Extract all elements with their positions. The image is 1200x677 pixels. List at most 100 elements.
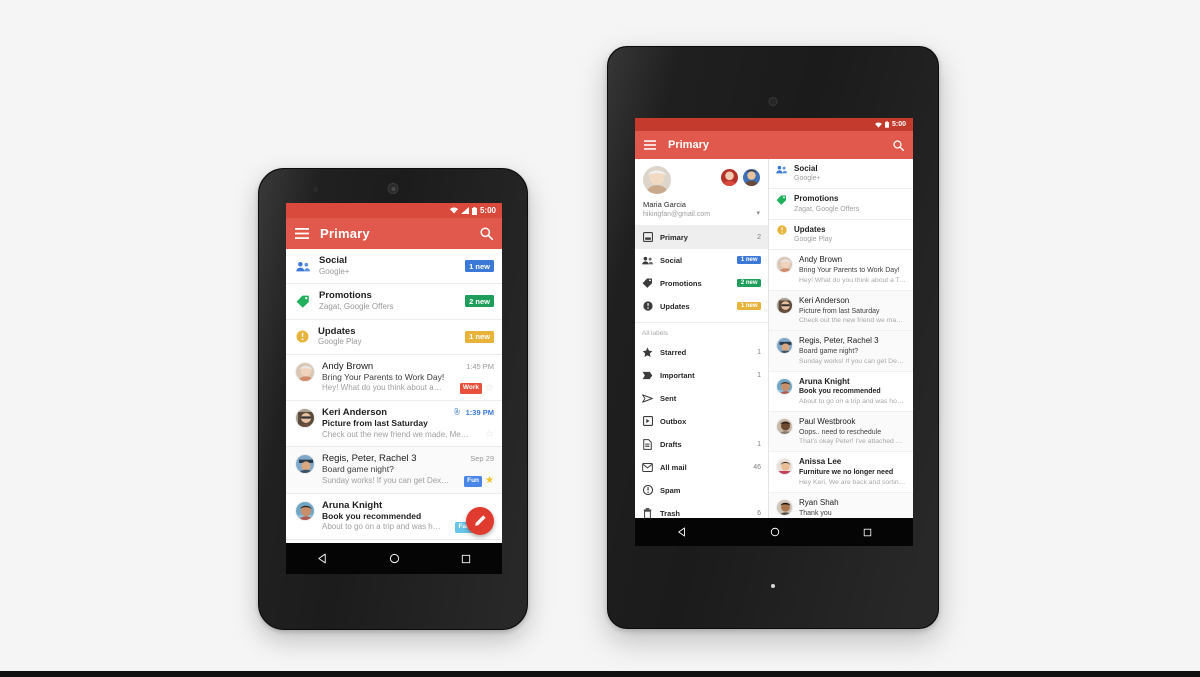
sidebar-item-trash[interactable]: Trash 6 (635, 502, 768, 518)
email-snippet-line: Sunday works! If you can get Dex… Fun ★ (322, 476, 494, 487)
sidebar-item-social[interactable]: Social 1 new (635, 249, 768, 272)
tablet-appbar-title: Primary (668, 139, 709, 151)
star-icon[interactable]: ★ (485, 476, 494, 486)
hamburger-menu-icon[interactable] (295, 228, 309, 239)
avatar (776, 458, 793, 476)
phone-category-text: Updates Google Play (318, 326, 456, 348)
email-subject: Furniture we no longer need (799, 469, 894, 477)
table-row[interactable]: Ryan Shah Thank you Keri, So good that y… (769, 492, 913, 518)
recents-square-icon[interactable] (863, 528, 872, 537)
email-snippet: Check out the new friend we made. Mer (799, 317, 906, 325)
important-icon (642, 370, 653, 381)
people-icon (296, 261, 310, 272)
email-sender: Aruna Knight (322, 499, 383, 511)
table-row[interactable]: Keri Anderson 1:39 PM Picture from last … (286, 401, 502, 448)
avatar[interactable] (721, 169, 738, 186)
inbox-icon (642, 232, 653, 243)
sidebar-item-primary[interactable]: Primary 2 (635, 225, 768, 249)
avatar[interactable] (643, 166, 671, 194)
email-sender: Keri Anderson (322, 407, 388, 419)
tablet-status-bar: 5:00 (635, 118, 913, 131)
sidebar-item-drafts[interactable]: Drafts 1 (635, 433, 768, 456)
star-icon[interactable]: ☆ (485, 430, 494, 440)
search-icon[interactable] (893, 139, 904, 151)
avatar (295, 500, 315, 521)
tag-icon (642, 278, 653, 289)
email-subject: Bring Your Parents to Work Day! (799, 267, 900, 275)
email-snippet: Sunday works! If you can get Dexter and (799, 357, 906, 365)
navigation-drawer: Maria Garcia hikingfan@gmail.com ▾ Prima… (635, 159, 769, 518)
email-body: Keri Anderson 1:39 PM Picture from last … (322, 407, 494, 440)
avatar (776, 337, 793, 355)
phone-category-social[interactable]: Social Google+ 1 new (286, 249, 502, 285)
home-circle-icon[interactable] (389, 553, 400, 564)
drafts-icon (642, 438, 653, 450)
info-icon (776, 225, 787, 236)
email-sender: Aruna Knight (799, 376, 850, 386)
tablet-app-bar: Primary (635, 131, 913, 159)
sidebar-item-updates[interactable]: Updates 1 new (635, 295, 768, 318)
email-sender: Andy Brown (799, 255, 843, 265)
avatar[interactable] (743, 169, 760, 186)
sidebar-item-promotions[interactable]: Promotions 2 new (635, 272, 768, 295)
email-body: Ryan Shah Thank you Keri, So good that y… (799, 498, 906, 518)
all-labels-header: All labels (635, 321, 768, 341)
trash-icon (642, 507, 653, 518)
email-header-line: Aruna Knight (322, 500, 494, 511)
tablet-content: Maria Garcia hikingfan@gmail.com ▾ Prima… (635, 159, 913, 518)
home-circle-icon[interactable] (770, 527, 780, 537)
email-sender: Andy Brown (322, 360, 374, 372)
sidebar-item-sent[interactable]: Sent (635, 387, 768, 410)
sidebar-item-outbox[interactable]: Outbox (635, 410, 768, 433)
phone-proximity-sensor (313, 187, 318, 192)
table-row[interactable]: Andy Brown Bring Your Parents to Work Da… (769, 250, 913, 291)
email-body: Regis, Peter, Rachel 3 Sep 29 Board game… (322, 453, 494, 487)
phone-category-updates[interactable]: Updates Google Play 1 new (286, 319, 502, 355)
email-snippet: Hey! What do you think about a… (322, 383, 442, 393)
email-snippet: Check out the new friend we made, Me… (322, 429, 469, 439)
hamburger-menu-icon[interactable] (644, 140, 656, 150)
chevron-down-icon[interactable]: ▾ (756, 209, 760, 219)
info-icon (642, 301, 653, 312)
category-title: Promotions (794, 194, 839, 204)
category-badge: 2 new (465, 295, 494, 308)
sidebar-item-count: 1 (757, 348, 761, 356)
email-sender: Regis, Peter, Rachel 3 (799, 336, 879, 346)
table-row[interactable]: Aruna Knight Book you recommended About … (769, 372, 913, 413)
table-row[interactable]: Andy Brown 1:45 PM Bring Your Parents to… (286, 354, 502, 402)
sidebar-item-badge: 2 new (737, 279, 761, 288)
email-header-line: Keri Anderson 1:39 PM (322, 407, 494, 418)
search-icon[interactable] (480, 227, 493, 240)
email-sender: Keri Anderson (799, 295, 850, 305)
sidebar-item-spam[interactable]: Spam (635, 479, 768, 502)
email-sender: Anissa Lee (799, 457, 842, 467)
back-triangle-icon[interactable] (317, 553, 328, 564)
avatar (776, 256, 793, 274)
recents-square-icon[interactable] (461, 554, 471, 564)
tablet-category-updates[interactable]: Updates Google Play (769, 220, 913, 251)
category-subtitle: Google Play (318, 337, 362, 347)
email-sender: Paul Westbrook (799, 417, 856, 427)
sidebar-item-starred[interactable]: Starred 1 (635, 341, 768, 364)
phone-clock: 5:00 (479, 206, 496, 215)
sidebar-item-important[interactable]: Important 1 (635, 364, 768, 387)
table-row[interactable]: Paul Westbrook Oops.. need to reschedule… (769, 412, 913, 453)
tablet-notification-led (771, 584, 775, 588)
sidebar-item-label: Important (660, 370, 695, 380)
table-row[interactable]: Regis, Peter, Rachel 3 Sep 29 Board game… (286, 447, 502, 494)
star-icon[interactable]: ☆ (485, 383, 494, 394)
phone-category-promotions[interactable]: Promotions Zagat, Google Offers 2 new (286, 284, 502, 320)
tablet-category-social[interactable]: Social Google+ (769, 159, 913, 190)
tablet-category-promotions[interactable]: Promotions Zagat, Google Offers (769, 189, 913, 220)
table-row[interactable]: Regis, Peter, Rachel 3 Board game night?… (769, 331, 913, 372)
sidebar-item-all-mail[interactable]: All mail 46 (635, 456, 768, 479)
email-subject: Thank you (799, 509, 832, 517)
sidebar-item-label: Outbox (660, 416, 687, 426)
compose-fab-button[interactable] (466, 507, 494, 535)
table-row[interactable]: Anissa Lee Furniture we no longer need H… (769, 452, 913, 493)
phone-category-list: Social Google+ 1 new Promotions Zagat, G… (286, 249, 502, 355)
account-header[interactable]: Maria Garcia hikingfan@gmail.com ▾ (635, 159, 768, 226)
phone-category-text: Promotions Zagat, Google Offers (319, 290, 456, 312)
table-row[interactable]: Keri Anderson Picture from last Saturday… (769, 290, 913, 332)
back-triangle-icon[interactable] (677, 527, 687, 537)
